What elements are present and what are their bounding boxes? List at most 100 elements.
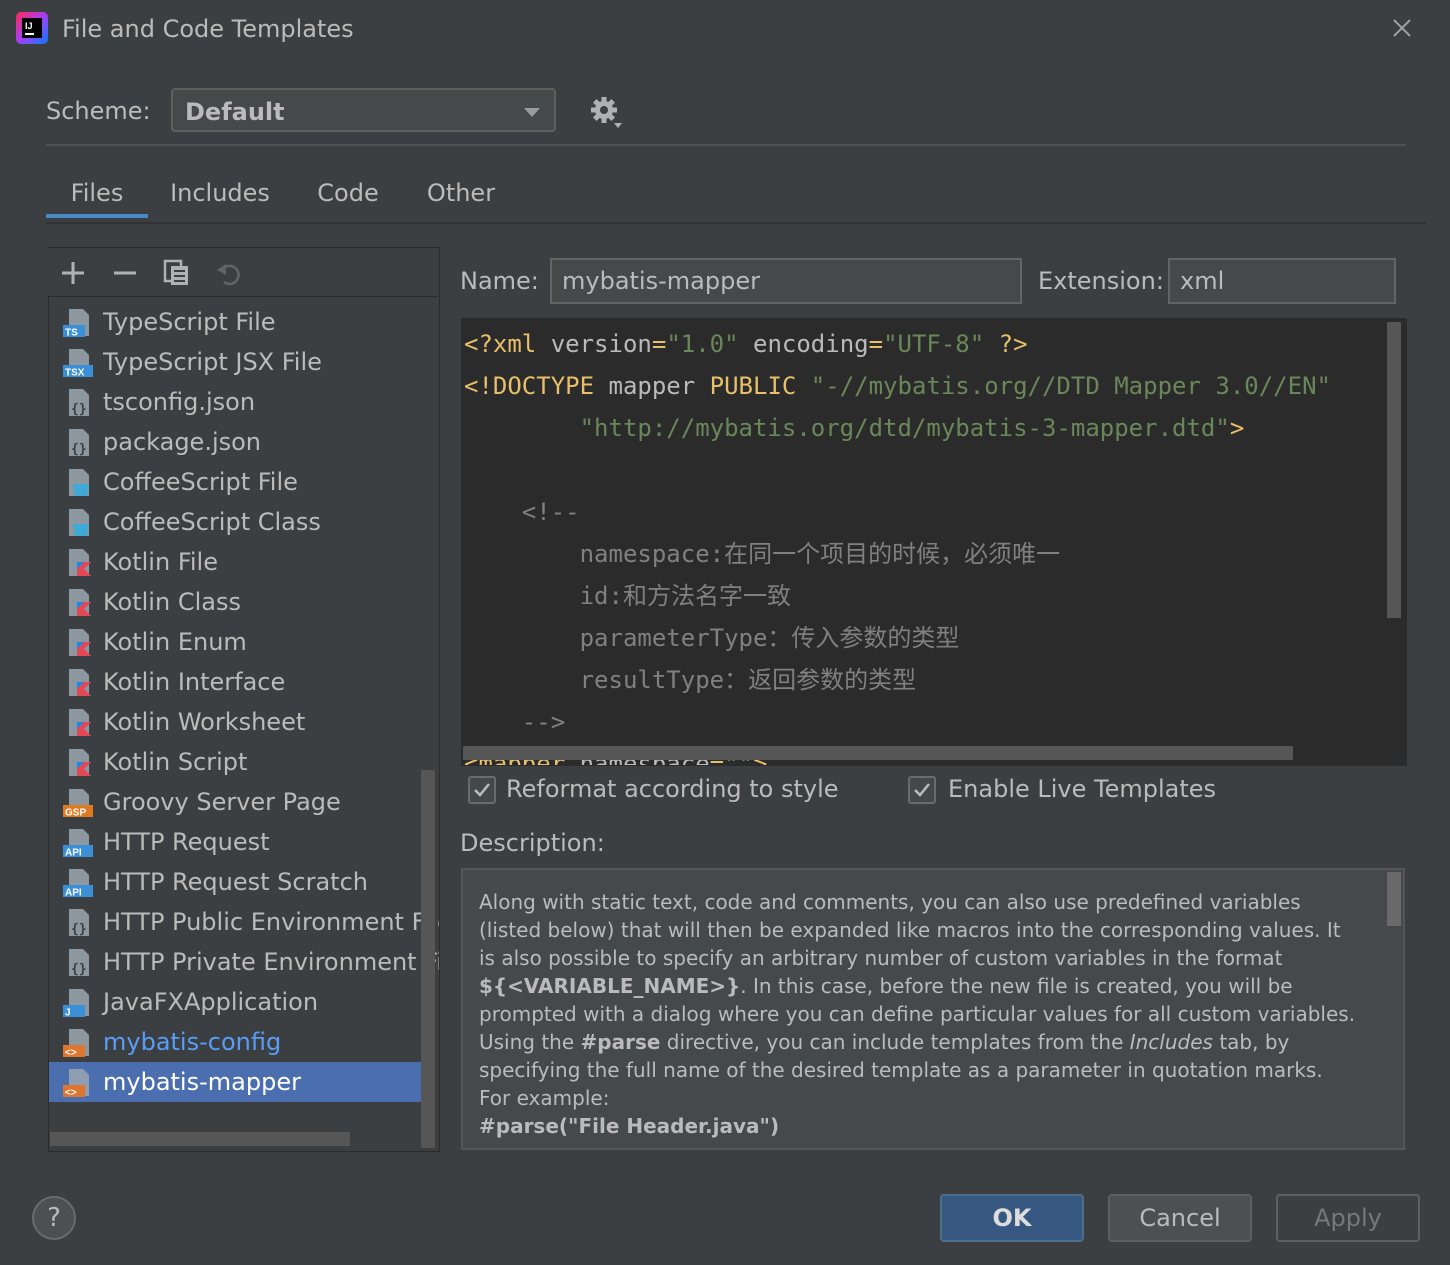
description-scrollbar[interactable] xyxy=(1387,872,1401,926)
description-label: Description: xyxy=(460,829,605,857)
template-list-item-label: Kotlin Worksheet xyxy=(103,708,306,736)
reformat-label[interactable]: Reformat according to style xyxy=(506,772,839,806)
json-file-icon: {} xyxy=(69,949,89,977)
scheme-dropdown[interactable]: Default xyxy=(171,88,556,132)
live-templates-label[interactable]: Enable Live Templates xyxy=(948,772,1216,806)
chevron-down-icon xyxy=(524,108,540,117)
close-icon[interactable] xyxy=(1386,12,1418,44)
intellij-logo-icon: IJ xyxy=(16,12,48,44)
template-list-item-label: Kotlin Enum xyxy=(103,628,247,656)
template-list-item-label: HTTP Public Environment File xyxy=(103,908,440,936)
name-label: Name: xyxy=(460,267,539,295)
list-toolbar xyxy=(48,248,438,297)
api-file-icon: API xyxy=(63,829,93,858)
code-token: version xyxy=(550,330,652,358)
template-list-item-label: HTTP Private Environment File xyxy=(103,948,440,976)
template-list-item[interactable]: {} HTTP Private Environment File xyxy=(49,942,439,982)
help-button[interactable]: ? xyxy=(32,1196,76,1240)
code-line: <!DOCTYPE mapper PUBLIC "-//mybatis.org/… xyxy=(464,365,1331,407)
template-list-item-label: HTTP Request xyxy=(103,828,270,856)
template-list-item[interactable]: {} tsconfig.json xyxy=(49,382,429,422)
template-list-item[interactable]: Kotlin Worksheet xyxy=(49,702,429,742)
code-token: PUBLIC xyxy=(695,372,811,400)
json-file-icon: {} xyxy=(69,909,89,937)
java-file-icon: J xyxy=(63,989,89,1018)
tab-other[interactable]: Other xyxy=(418,172,504,214)
cancel-button[interactable]: Cancel xyxy=(1108,1194,1252,1242)
code-token: "1.0" xyxy=(666,330,739,358)
code-token: --> xyxy=(464,708,566,736)
kotlin-file-icon xyxy=(69,549,91,576)
ok-button[interactable]: OK xyxy=(940,1194,1084,1242)
template-list-item[interactable]: <> mybatis-config xyxy=(49,1022,429,1062)
code-token: <?xml xyxy=(464,330,551,358)
json-file-icon: {} xyxy=(69,389,89,417)
checkmark-icon xyxy=(914,783,930,797)
tab-includes[interactable]: Includes xyxy=(160,172,280,214)
description-panel[interactable]: Along with static text, code and comment… xyxy=(461,868,1405,1150)
template-list-item[interactable]: {} package.json xyxy=(49,422,429,462)
template-list[interactable]: JSJavaScript FileTSTypeScript FileTSXTyp… xyxy=(48,247,440,1152)
code-token: = xyxy=(868,330,884,358)
apply-button: Apply xyxy=(1276,1194,1420,1242)
template-list-item[interactable]: TS TypeScript File xyxy=(49,302,429,342)
tab-code[interactable]: Code xyxy=(306,172,390,214)
code-token: "-//mybatis.org//DTD Mapper 3.0//EN" xyxy=(810,372,1331,400)
template-list-item[interactable]: Kotlin Class xyxy=(49,582,429,622)
template-list-item-label: Kotlin Script xyxy=(103,748,248,776)
live-templates-checkbox[interactable] xyxy=(908,776,936,804)
list-vertical-scrollbar[interactable] xyxy=(421,770,435,1148)
code-token: = xyxy=(651,330,667,358)
svg-text:TS: TS xyxy=(65,328,78,339)
code-text[interactable]: <?xml version="1.0" encoding="UTF-8" ?> <… xyxy=(464,323,1331,765)
gear-icon[interactable] xyxy=(588,96,624,132)
list-horizontal-scrollbar[interactable] xyxy=(50,1132,350,1146)
reformat-checkbox[interactable] xyxy=(468,776,496,804)
extension-field[interactable] xyxy=(1168,258,1396,304)
code-line: parameterType：传入参数的类型 xyxy=(464,617,1331,659)
template-list-item[interactable]: Kotlin Interface xyxy=(49,662,429,702)
template-list-item-label: Kotlin File xyxy=(103,548,218,576)
template-list-item[interactable]: <> mybatis-mapper xyxy=(49,1062,429,1102)
template-list-item[interactable]: API HTTP Request Scratch xyxy=(49,862,429,902)
svg-text:TSX: TSX xyxy=(65,368,85,379)
variable-format: ${<VARIABLE_NAME>} xyxy=(479,974,741,998)
svg-text:<>: <> xyxy=(65,1088,77,1099)
parse-example: #parse("File Header.java") xyxy=(479,1114,780,1138)
template-list-item[interactable]: GSP Groovy Server Page xyxy=(49,782,429,822)
code-line: --> xyxy=(464,701,1331,743)
divider xyxy=(46,144,1406,146)
template-list-item[interactable]: Kotlin Script xyxy=(49,742,429,782)
code-token: resultType：返回参数的类型 xyxy=(464,666,917,694)
editor-vertical-scrollbar[interactable] xyxy=(1387,322,1401,618)
template-list-item[interactable]: J JavaFXApplication xyxy=(49,982,429,1022)
template-list-item[interactable]: Kotlin Enum xyxy=(49,622,429,662)
code-line: <!-- xyxy=(464,491,1331,533)
copy-icon[interactable] xyxy=(162,258,192,288)
plus-icon[interactable] xyxy=(58,258,88,288)
template-list-item[interactable]: Kotlin File xyxy=(49,542,429,582)
tab-files[interactable]: Files xyxy=(46,172,148,218)
template-list-item[interactable]: TSX TypeScript JSX File xyxy=(49,342,429,382)
template-list-item[interactable]: CoffeeScript Class xyxy=(49,502,429,542)
minus-icon[interactable] xyxy=(110,258,140,288)
ts-file-icon: TS xyxy=(63,309,89,339)
svg-text:IJ: IJ xyxy=(25,21,33,31)
code-token: ?> xyxy=(984,330,1028,358)
template-list-item-label: mybatis-config xyxy=(103,1028,282,1056)
template-list-item[interactable]: API HTTP Request xyxy=(49,822,429,862)
template-code-editor[interactable]: <?xml version="1.0" encoding="UTF-8" ?> <… xyxy=(461,318,1407,766)
template-list-item-label: TypeScript JSX File xyxy=(103,348,322,376)
editor-horizontal-scrollbar[interactable] xyxy=(463,746,1293,760)
code-token: namespace:在同一个项目的时候，必须唯一 xyxy=(464,540,1061,568)
code-line: resultType：返回参数的类型 xyxy=(464,659,1331,701)
name-field[interactable] xyxy=(550,258,1022,304)
template-list-item[interactable]: {} HTTP Public Environment File xyxy=(49,902,439,942)
code-line: "http://mybatis.org/dtd/mybatis-3-mapper… xyxy=(464,407,1331,449)
template-list-item[interactable]: CoffeeScript File xyxy=(49,462,429,502)
api-file-icon: API xyxy=(63,869,93,898)
template-list-item-label: tsconfig.json xyxy=(103,388,256,416)
code-token: <!-- xyxy=(464,498,580,526)
xml-file-icon: <> xyxy=(63,1069,89,1099)
